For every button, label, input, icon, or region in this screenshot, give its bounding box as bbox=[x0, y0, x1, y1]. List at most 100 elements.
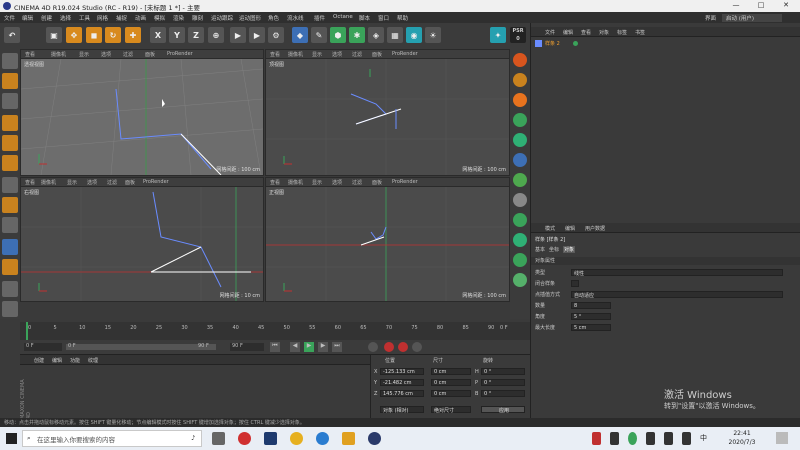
vp-menu-panel[interactable]: 面板 bbox=[125, 179, 135, 186]
rot-p-field[interactable]: 0 ° bbox=[481, 379, 525, 386]
om-menu-view[interactable]: 查看 bbox=[581, 29, 591, 36]
tray-app-icon[interactable] bbox=[646, 432, 655, 445]
octane-light-icon[interactable] bbox=[513, 113, 527, 127]
octane-s-icon[interactable] bbox=[513, 93, 527, 107]
vp-menu-cameras[interactable]: 摄像机 bbox=[41, 179, 56, 186]
top-viewport[interactable]: 查看 摄像机 显示 选项 过滤 面板 ProRender 顶视图 网格间距 : … bbox=[265, 49, 510, 176]
prop-interp-select[interactable]: 自动适应 bbox=[571, 291, 783, 299]
preview-range-slider[interactable] bbox=[66, 344, 216, 350]
end-frame-field[interactable]: 90 F bbox=[230, 343, 264, 351]
octane-scatter-icon[interactable] bbox=[513, 253, 527, 267]
menu-character[interactable]: 角色 bbox=[268, 14, 279, 22]
volume-icon[interactable] bbox=[682, 432, 691, 445]
octane-env-icon[interactable] bbox=[513, 213, 527, 227]
prop-angle-field[interactable]: 5 ° bbox=[571, 313, 611, 320]
maximize-button[interactable]: □ bbox=[755, 1, 767, 9]
close-button[interactable]: ✕ bbox=[780, 1, 792, 9]
om-menu-tags[interactable]: 标签 bbox=[617, 29, 627, 36]
vp-menu-filter[interactable]: 过滤 bbox=[107, 179, 117, 186]
scale-tool-icon[interactable]: ◼ bbox=[86, 27, 102, 43]
vp-menu-panel[interactable]: 面板 bbox=[145, 51, 155, 58]
deformer-icon[interactable]: ◈ bbox=[368, 27, 384, 43]
vp-menu-prorender[interactable]: ProRender bbox=[392, 179, 418, 185]
clock-date[interactable]: 2020/7/3 bbox=[722, 439, 762, 446]
cloner-icon[interactable]: ✱ bbox=[349, 27, 365, 43]
autokey-icon[interactable] bbox=[398, 342, 408, 352]
grid-icon[interactable] bbox=[2, 281, 18, 297]
minimize-button[interactable]: — bbox=[730, 1, 742, 9]
photoshop-icon[interactable] bbox=[264, 432, 277, 445]
am-menu-edit[interactable]: 编辑 bbox=[565, 225, 575, 232]
current-frame-field[interactable]: 0 F bbox=[24, 343, 62, 351]
timeline-ruler[interactable]: 0 5 10 15 20 25 30 35 40 45 50 55 60 65 70 75 80 85 90 0 F bbox=[20, 322, 530, 340]
rot-b-field[interactable]: 0 ° bbox=[481, 390, 525, 397]
pen-spline-icon[interactable]: ✎ bbox=[311, 27, 327, 43]
tray-app-icon[interactable] bbox=[592, 432, 601, 445]
menu-tools[interactable]: 工具 bbox=[79, 14, 90, 22]
y-axis-button[interactable]: Y bbox=[169, 27, 185, 43]
play-icon[interactable]: ▶ bbox=[304, 342, 314, 352]
am-menu-userdata[interactable]: 用户数据 bbox=[585, 225, 605, 232]
notification-icon[interactable] bbox=[776, 432, 788, 444]
rotate-tool-icon[interactable]: ↻ bbox=[105, 27, 121, 43]
ime-indicator[interactable]: 中 bbox=[700, 433, 707, 443]
menu-render[interactable]: 渲染 bbox=[173, 14, 184, 22]
om-menu-file[interactable]: 文件 bbox=[545, 29, 555, 36]
menu-motion-tracking[interactable]: 运动跟踪 bbox=[211, 14, 233, 22]
prop-type-select[interactable]: 线性 bbox=[571, 269, 783, 277]
menu-octane[interactable]: Octane bbox=[333, 14, 353, 20]
tweak-icon[interactable] bbox=[2, 197, 18, 213]
octane-render-icon[interactable] bbox=[513, 53, 527, 67]
vp-menu-options[interactable]: 选项 bbox=[332, 179, 342, 186]
vp-menu-prorender[interactable]: ProRender bbox=[167, 51, 193, 57]
visibility-dot-icon[interactable] bbox=[573, 41, 578, 46]
vp-menu-options[interactable]: 选项 bbox=[332, 51, 342, 58]
record-icon[interactable] bbox=[384, 342, 394, 352]
octane-vdb-icon[interactable] bbox=[513, 273, 527, 287]
vp-menu-prorender[interactable]: ProRender bbox=[392, 51, 418, 57]
right-viewport[interactable]: 查看 摄像机 显示 选项 过滤 面板 ProRender 右视图 网格间距 : … bbox=[20, 177, 264, 302]
vp-menu-panel[interactable]: 面板 bbox=[372, 51, 382, 58]
prop-closed-checkbox[interactable] bbox=[571, 280, 579, 287]
netease-music-icon[interactable] bbox=[238, 432, 251, 445]
menu-file[interactable]: 文件 bbox=[4, 14, 15, 22]
menu-simulate[interactable]: 模拟 bbox=[154, 14, 165, 22]
render-picture-viewer-icon[interactable]: ▶ bbox=[249, 27, 265, 43]
microphone-icon[interactable]: ♪ bbox=[191, 434, 195, 442]
apply-button[interactable]: 应用 bbox=[481, 406, 525, 414]
prev-key-icon[interactable]: ◀ bbox=[290, 342, 300, 352]
vp-menu-options[interactable]: 选项 bbox=[101, 51, 111, 58]
next-key-icon[interactable]: ▶ bbox=[318, 342, 328, 352]
mat-menu-edit[interactable]: 编辑 bbox=[52, 357, 62, 364]
octane-camera-icon[interactable] bbox=[513, 73, 527, 87]
vp-menu-cameras[interactable]: 摄像机 bbox=[51, 51, 66, 58]
menu-animate[interactable]: 动画 bbox=[135, 14, 146, 22]
undo-icon[interactable]: ↶ bbox=[4, 27, 20, 43]
subdivision-icon[interactable]: ⬢ bbox=[330, 27, 346, 43]
goto-start-icon[interactable]: ⏮ bbox=[270, 342, 280, 352]
file-explorer-icon[interactable] bbox=[342, 432, 355, 445]
goto-end-icon[interactable]: ⏭ bbox=[332, 342, 342, 352]
menu-window[interactable]: 窗口 bbox=[378, 14, 389, 22]
vp-menu-view[interactable]: 查看 bbox=[25, 179, 35, 186]
mat-menu-function[interactable]: 功能 bbox=[70, 357, 80, 364]
texture-mode-icon[interactable] bbox=[2, 93, 18, 109]
cube-icon[interactable]: ◆ bbox=[292, 27, 308, 43]
render-settings-icon[interactable]: ⚙ bbox=[268, 27, 284, 43]
vp-menu-filter[interactable]: 过滤 bbox=[352, 51, 362, 58]
tray-app-icon[interactable] bbox=[610, 432, 619, 445]
am-menu-mode[interactable]: 模式 bbox=[545, 225, 555, 232]
wechat-icon[interactable] bbox=[628, 432, 637, 445]
tab-object[interactable]: 对象 bbox=[563, 246, 576, 253]
perspective-viewport[interactable]: 查看 摄像机 显示 选项 过滤 面板 ProRender 透视视图 网格间距 :… bbox=[20, 49, 264, 176]
size-mode-select[interactable]: 绝对尺寸 bbox=[431, 406, 471, 414]
pos-x-field[interactable]: -125.133 cm bbox=[380, 368, 424, 375]
octane-object-icon[interactable] bbox=[513, 133, 527, 147]
magnet-icon[interactable] bbox=[2, 301, 18, 317]
task-view-icon[interactable] bbox=[212, 432, 225, 445]
tab-coord[interactable]: 坐标 bbox=[549, 246, 559, 253]
keyframe-selection-icon[interactable] bbox=[412, 342, 422, 352]
windows-start-icon[interactable] bbox=[6, 433, 17, 444]
octane-fog-icon[interactable] bbox=[513, 153, 527, 167]
vp-menu-panel[interactable]: 面板 bbox=[372, 179, 382, 186]
